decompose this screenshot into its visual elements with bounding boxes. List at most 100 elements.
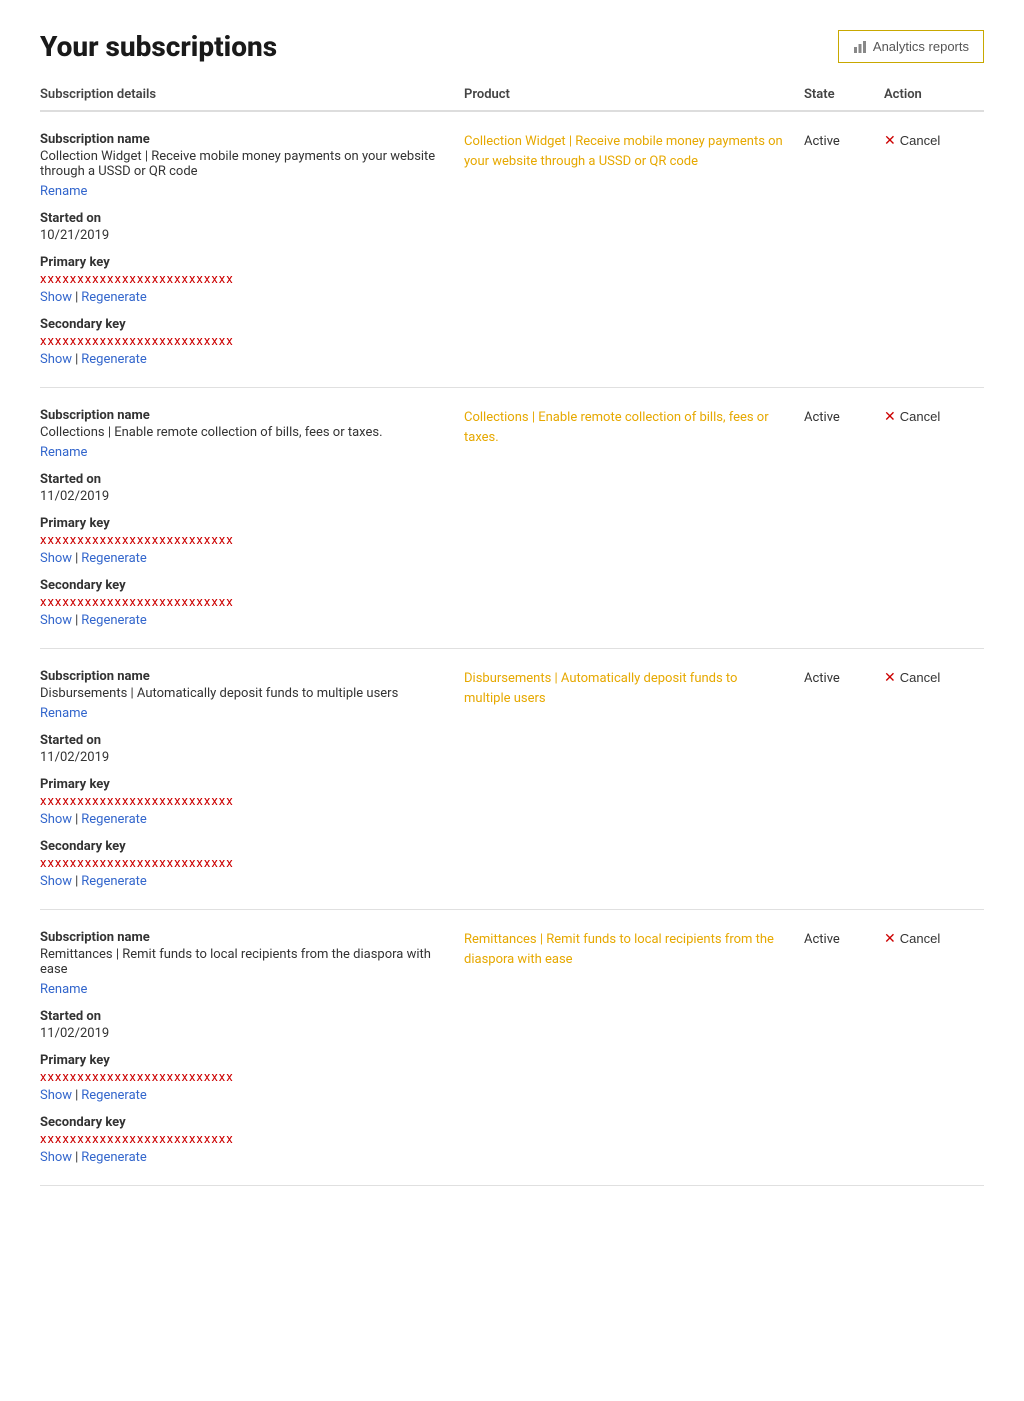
cancel-x-icon: ✕	[884, 930, 896, 947]
primary-key-label: Primary key	[40, 1053, 444, 1068]
subscription-name-value: Disbursements | Automatically deposit fu…	[40, 686, 444, 701]
secondary-key-label: Secondary key	[40, 839, 444, 854]
action-col: ✕ Cancel	[884, 132, 984, 367]
page-header: Your subscriptions Analytics reports	[40, 30, 984, 63]
rename-link[interactable]: Rename	[40, 445, 87, 460]
product-col: Remittances | Remit funds to local recip…	[464, 930, 804, 1165]
cancel-label: Cancel	[900, 133, 940, 148]
action-col: ✕ Cancel	[884, 930, 984, 1165]
primary-key-actions: Show|Regenerate	[40, 551, 444, 566]
primary-key-masked: xxxxxxxxxxxxxxxxxxxxxxxxxx	[40, 1070, 444, 1085]
cancel-x-icon: ✕	[884, 132, 896, 149]
show-secondary-key-link[interactable]: Show	[40, 874, 72, 889]
regenerate-primary-key-link[interactable]: Regenerate	[81, 290, 147, 305]
show-secondary-key-link[interactable]: Show	[40, 352, 72, 367]
col-header-product: Product	[464, 87, 804, 102]
secondary-key-masked: xxxxxxxxxxxxxxxxxxxxxxxxxx	[40, 595, 444, 610]
subscription-details-col: Subscription name Remittances | Remit fu…	[40, 930, 464, 1165]
show-primary-key-link[interactable]: Show	[40, 1088, 72, 1103]
regenerate-secondary-key-link[interactable]: Regenerate	[81, 613, 147, 628]
rename-link[interactable]: Rename	[40, 982, 87, 997]
product-col: Disbursements | Automatically deposit fu…	[464, 669, 804, 889]
rename-link[interactable]: Rename	[40, 706, 87, 721]
secondary-key-masked: xxxxxxxxxxxxxxxxxxxxxxxxxx	[40, 856, 444, 871]
subscription-row: Subscription name Remittances | Remit fu…	[40, 910, 984, 1186]
regenerate-secondary-key-link[interactable]: Regenerate	[81, 352, 147, 367]
secondary-key-masked: xxxxxxxxxxxxxxxxxxxxxxxxxx	[40, 334, 444, 349]
cancel-button[interactable]: ✕ Cancel	[884, 408, 940, 425]
secondary-key-actions: Show|Regenerate	[40, 1150, 444, 1165]
primary-key-label: Primary key	[40, 777, 444, 792]
started-on-value: 11/02/2019	[40, 489, 444, 504]
cancel-x-icon: ✕	[884, 669, 896, 686]
state-col: Active	[804, 132, 884, 367]
regenerate-secondary-key-link[interactable]: Regenerate	[81, 1150, 147, 1165]
primary-key-masked: xxxxxxxxxxxxxxxxxxxxxxxxxx	[40, 272, 444, 287]
rename-link[interactable]: Rename	[40, 184, 87, 199]
product-link[interactable]: Collections | Enable remote collection o…	[464, 410, 769, 445]
secondary-key-masked: xxxxxxxxxxxxxxxxxxxxxxxxxx	[40, 1132, 444, 1147]
regenerate-primary-key-link[interactable]: Regenerate	[81, 812, 147, 827]
subscription-name-value: Collections | Enable remote collection o…	[40, 425, 444, 440]
started-on-label: Started on	[40, 472, 444, 487]
product-col: Collections | Enable remote collection o…	[464, 408, 804, 628]
cancel-label: Cancel	[900, 409, 940, 424]
regenerate-primary-key-link[interactable]: Regenerate	[81, 1088, 147, 1103]
show-secondary-key-link[interactable]: Show	[40, 1150, 72, 1165]
cancel-button[interactable]: ✕ Cancel	[884, 930, 940, 947]
cancel-label: Cancel	[900, 931, 940, 946]
action-col: ✕ Cancel	[884, 669, 984, 889]
started-on-value: 10/21/2019	[40, 228, 444, 243]
secondary-key-actions: Show|Regenerate	[40, 874, 444, 889]
subscription-row: Subscription name Disbursements | Automa…	[40, 649, 984, 910]
subscription-name-value: Collection Widget | Receive mobile money…	[40, 149, 444, 179]
started-on-value: 11/02/2019	[40, 1026, 444, 1041]
primary-key-masked: xxxxxxxxxxxxxxxxxxxxxxxxxx	[40, 533, 444, 548]
cancel-x-icon: ✕	[884, 408, 896, 425]
subscription-name-label: Subscription name	[40, 408, 444, 423]
started-on-label: Started on	[40, 1009, 444, 1024]
primary-key-label: Primary key	[40, 516, 444, 531]
primary-key-masked: xxxxxxxxxxxxxxxxxxxxxxxxxx	[40, 794, 444, 809]
analytics-reports-button[interactable]: Analytics reports	[838, 30, 984, 63]
subscription-name-label: Subscription name	[40, 669, 444, 684]
started-on-label: Started on	[40, 211, 444, 226]
cancel-button[interactable]: ✕ Cancel	[884, 669, 940, 686]
product-link[interactable]: Disbursements | Automatically deposit fu…	[464, 671, 737, 706]
show-primary-key-link[interactable]: Show	[40, 812, 72, 827]
col-header-action: Action	[884, 87, 984, 102]
subscription-details-col: Subscription name Disbursements | Automa…	[40, 669, 464, 889]
subscription-name-label: Subscription name	[40, 930, 444, 945]
subscription-row: Subscription name Collection Widget | Re…	[40, 112, 984, 388]
started-on-label: Started on	[40, 733, 444, 748]
subscription-details-col: Subscription name Collection Widget | Re…	[40, 132, 464, 367]
show-primary-key-link[interactable]: Show	[40, 290, 72, 305]
show-secondary-key-link[interactable]: Show	[40, 613, 72, 628]
product-col: Collection Widget | Receive mobile money…	[464, 132, 804, 367]
subscriptions-list: Subscription name Collection Widget | Re…	[40, 112, 984, 1186]
product-link[interactable]: Remittances | Remit funds to local recip…	[464, 932, 774, 967]
bar-chart-icon	[853, 40, 867, 54]
state-col: Active	[804, 930, 884, 1165]
regenerate-secondary-key-link[interactable]: Regenerate	[81, 874, 147, 889]
primary-key-label: Primary key	[40, 255, 444, 270]
regenerate-primary-key-link[interactable]: Regenerate	[81, 551, 147, 566]
subscription-name-value: Remittances | Remit funds to local recip…	[40, 947, 444, 977]
started-on-value: 11/02/2019	[40, 750, 444, 765]
primary-key-actions: Show|Regenerate	[40, 1088, 444, 1103]
secondary-key-label: Secondary key	[40, 317, 444, 332]
cancel-button[interactable]: ✕ Cancel	[884, 132, 940, 149]
subscription-name-label: Subscription name	[40, 132, 444, 147]
secondary-key-label: Secondary key	[40, 1115, 444, 1130]
secondary-key-actions: Show|Regenerate	[40, 613, 444, 628]
table-header: Subscription details Product State Actio…	[40, 87, 984, 112]
product-link[interactable]: Collection Widget | Receive mobile money…	[464, 134, 783, 169]
state-col: Active	[804, 669, 884, 889]
subscription-details-col: Subscription name Collections | Enable r…	[40, 408, 464, 628]
state-col: Active	[804, 408, 884, 628]
col-header-details: Subscription details	[40, 87, 464, 102]
primary-key-actions: Show|Regenerate	[40, 812, 444, 827]
show-primary-key-link[interactable]: Show	[40, 551, 72, 566]
col-header-state: State	[804, 87, 884, 102]
secondary-key-actions: Show|Regenerate	[40, 352, 444, 367]
